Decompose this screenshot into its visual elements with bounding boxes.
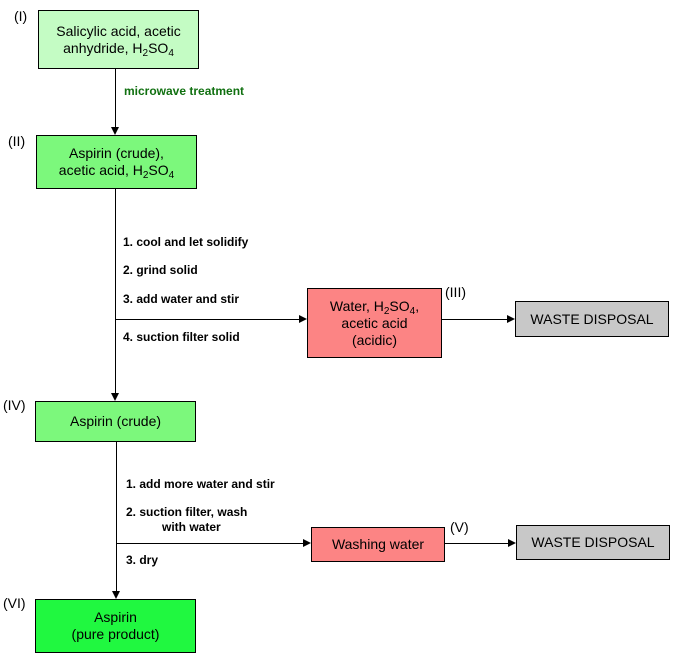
node-text: Aspirin (crude), [69, 145, 164, 161]
node-waste-disposal-1: WASTE DISPOSAL [515, 301, 669, 337]
node-text: Water, H2SO4, [329, 297, 420, 317]
node-text: (pure product) [71, 626, 160, 642]
arrowhead-icon [111, 393, 119, 401]
arrowhead-icon [303, 539, 311, 547]
step-label: 2. suction filter, wash [126, 505, 248, 519]
step-label: 1. add more water and stir [126, 477, 275, 491]
edge-line [116, 442, 117, 591]
node-label-I: (I) [14, 8, 28, 24]
arrowhead-icon [508, 539, 516, 547]
node-acidic-filtrate: Water, H2SO4, acetic acid (acidic) [307, 288, 442, 358]
node-label-V: (V) [450, 519, 469, 535]
node-crude-mixture: Aspirin (crude), acetic acid, H2SO4 [36, 135, 197, 189]
arrowhead-icon [299, 315, 307, 323]
node-text: WASTE DISPOSAL [531, 534, 655, 550]
node-text: Aspirin [94, 609, 137, 625]
arrowhead-icon [507, 315, 515, 323]
node-label-IV: (IV) [3, 397, 26, 413]
node-label-III: (III) [445, 284, 466, 300]
node-text: (acidic) [351, 331, 398, 348]
node-text: anhydride, H2SO4 [63, 39, 174, 59]
step-label: with water [162, 520, 221, 534]
node-text: Washing water [331, 536, 425, 552]
edge-line [115, 319, 299, 320]
node-crude-aspirin: Aspirin (crude) [35, 401, 196, 442]
node-reactants: Salicylic acid, acetic anhydride, H2SO4 [38, 10, 199, 69]
arrowhead-icon [112, 591, 120, 599]
node-label-II: (II) [8, 133, 26, 149]
node-washing-water: Washing water [311, 527, 445, 562]
node-text: Salicylic acid, acetic [56, 22, 181, 39]
edge-line [445, 543, 508, 544]
step-label: 4. suction filter solid [123, 330, 240, 344]
node-pure-aspirin: Aspirin (pure product) [35, 599, 196, 653]
node-text: WASTE DISPOSAL [530, 310, 654, 327]
step-label: 3. add water and stir [123, 292, 240, 306]
edge-label-microwave: microwave treatment [124, 84, 245, 98]
node-waste-disposal-2: WASTE DISPOSAL [516, 525, 670, 560]
step-label: 3. dry [126, 553, 159, 567]
arrowhead-icon [111, 127, 119, 135]
edge-line [116, 543, 303, 544]
node-text: Aspirin (crude) [69, 413, 162, 429]
node-text: acetic acid, H2SO4 [58, 162, 175, 181]
edge-line [115, 69, 116, 127]
node-text: acetic acid [341, 314, 408, 331]
step-label: 1. cool and let solidify [123, 235, 249, 249]
step-label: 2. grind solid [123, 263, 198, 277]
edge-line [442, 319, 507, 320]
node-label-VI: (VI) [3, 595, 26, 611]
edge-line [115, 189, 116, 393]
